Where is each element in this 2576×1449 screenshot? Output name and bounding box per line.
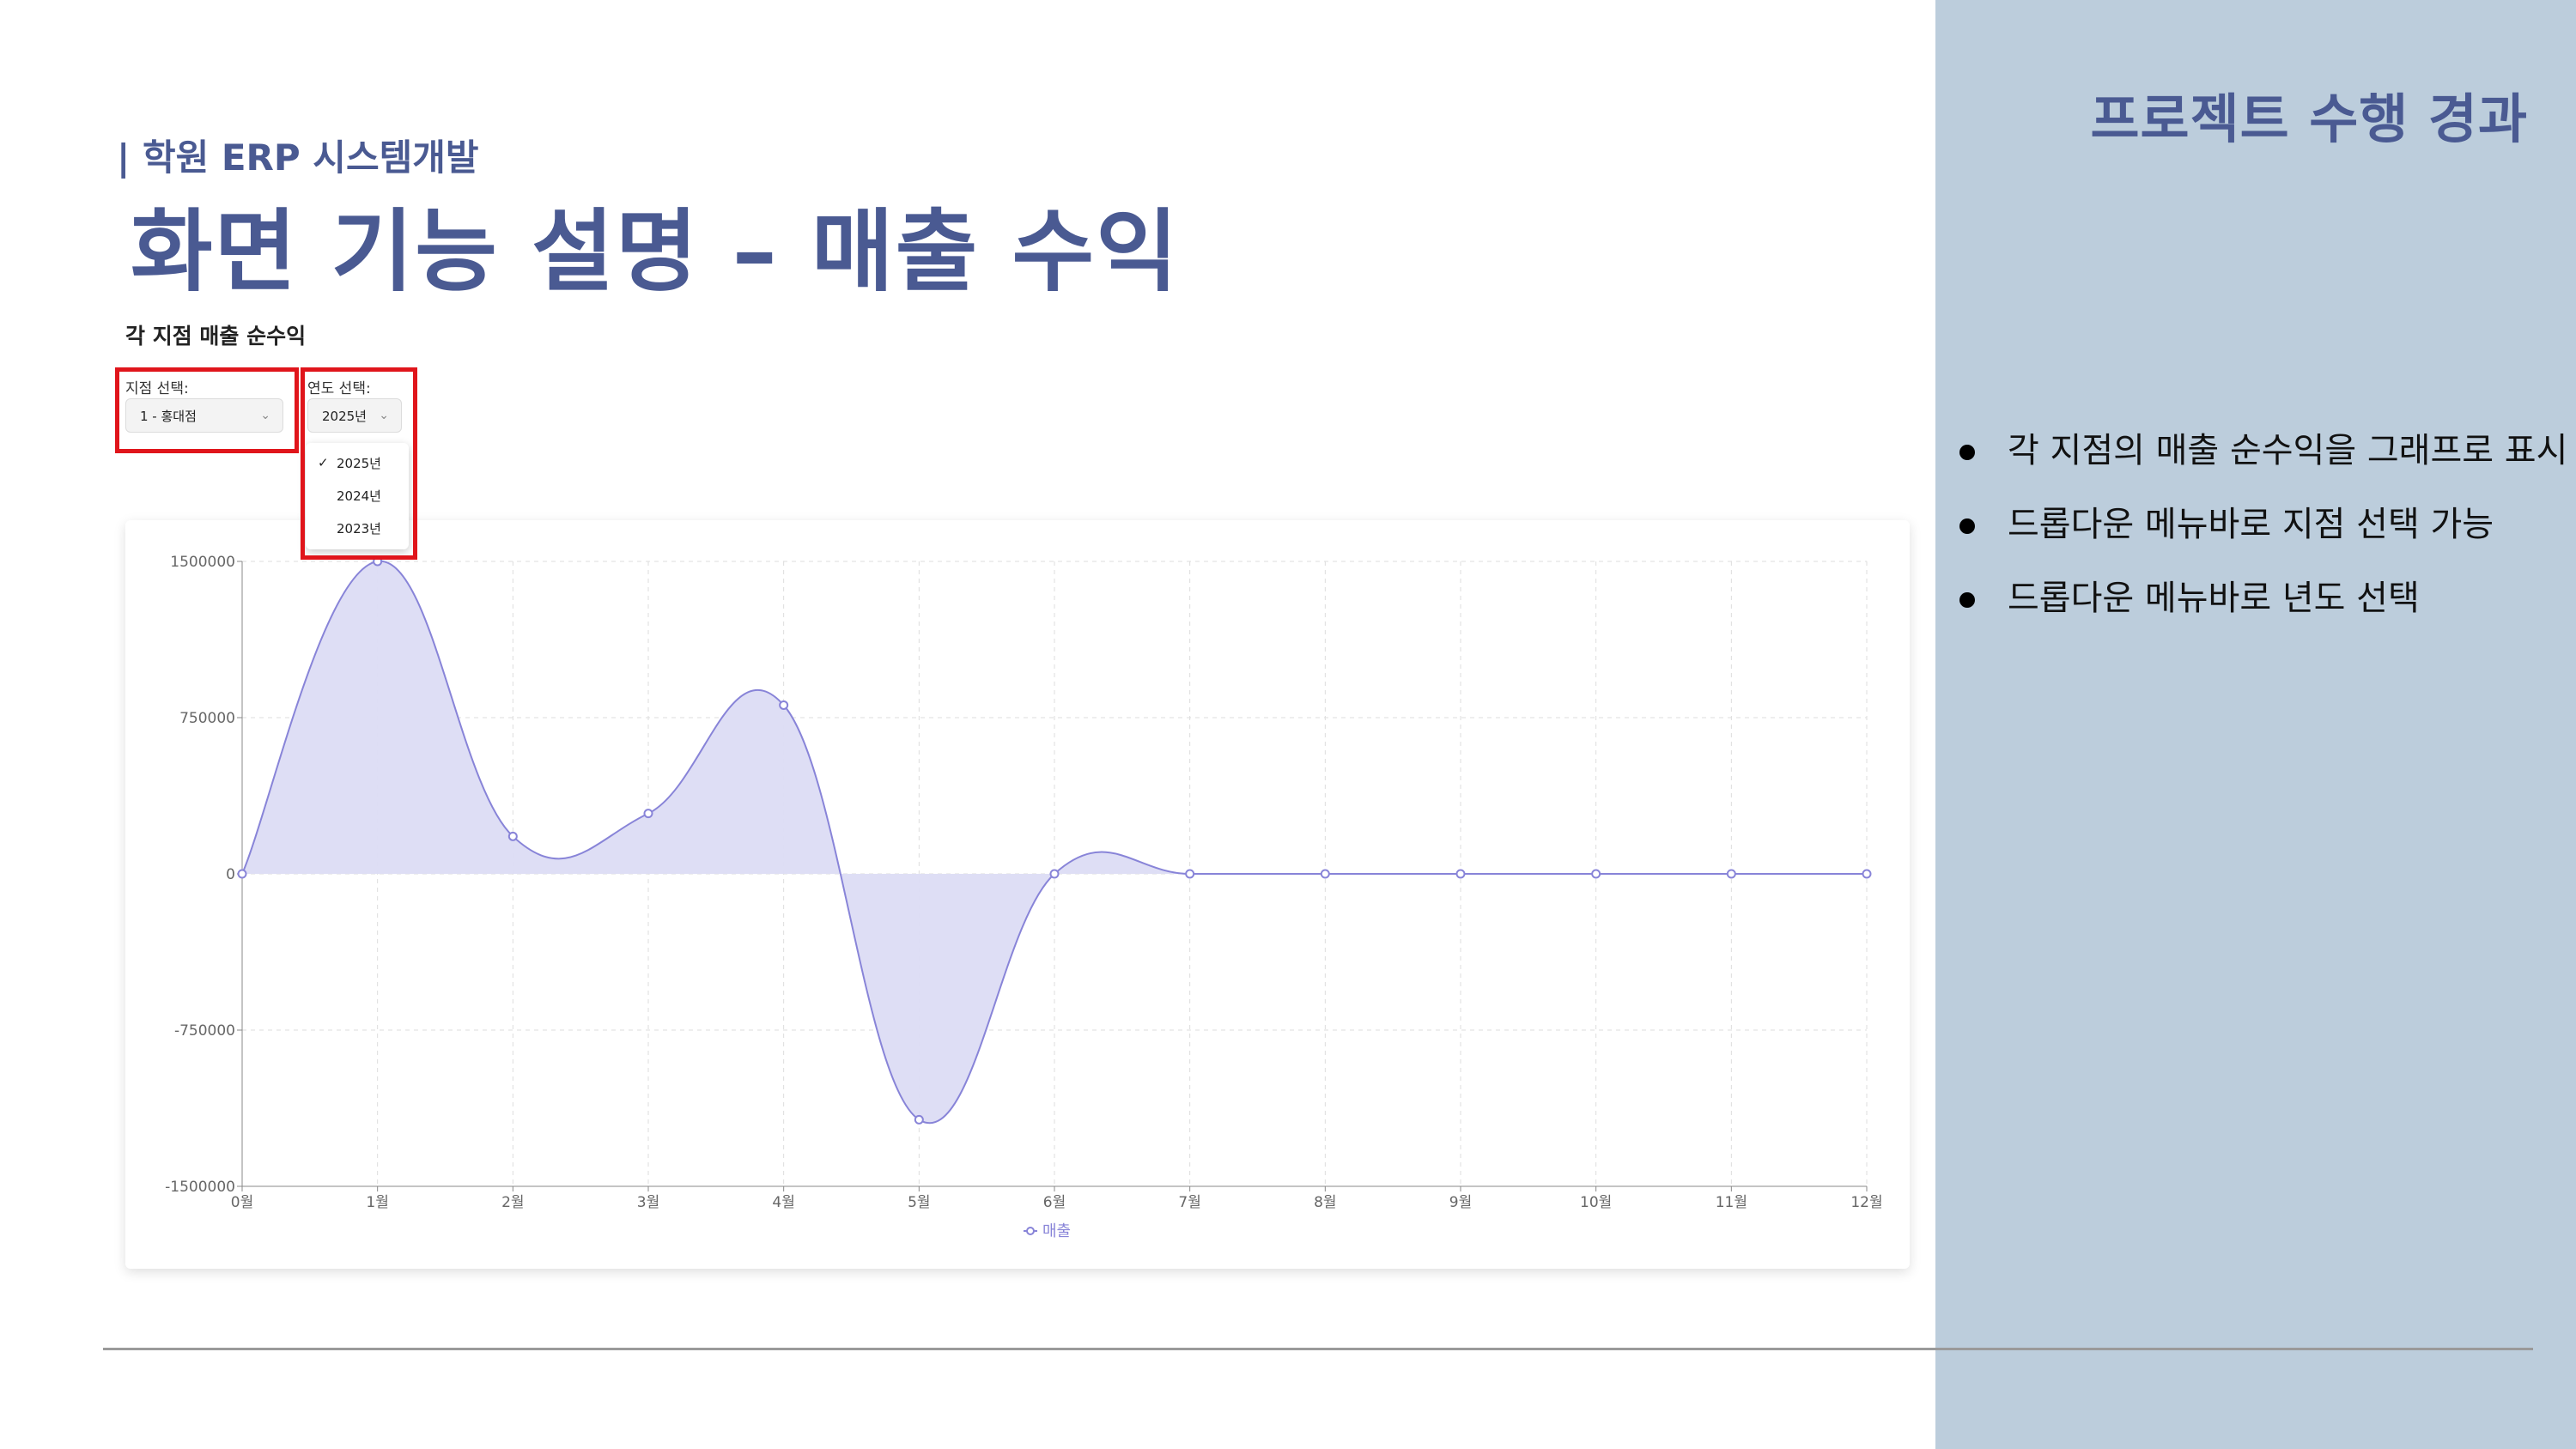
bullet-text: 각 지점의 매출 순수익을 그래프로 표시 (2008, 431, 2568, 470)
data-point (1862, 869, 1872, 879)
highlight-box-year (301, 367, 417, 560)
x-tick-label: 4월 (772, 1194, 794, 1211)
legend-label: 매출 (1042, 1222, 1071, 1240)
data-point (1455, 869, 1466, 879)
right-panel (1935, 0, 2576, 1449)
bullet-list: 각 지점의 매출 순수익을 그래프로 표시 드롭다운 메뉴바로 지점 선택 가능… (1959, 429, 2567, 651)
x-tick-label: 11월 (1716, 1194, 1747, 1211)
data-point (1320, 869, 1330, 879)
highlight-box-branch (115, 367, 299, 453)
chart-heading: 각 지점 매출 순수익 (125, 324, 307, 349)
y-tick-label: -1500000 (165, 1179, 235, 1196)
data-point (779, 700, 789, 710)
slide-title: 화면 기능 설명 – 매출 수익 (131, 199, 1180, 304)
data-point (914, 1114, 924, 1125)
bullet-text: 드롭다운 메뉴바로 지점 선택 가능 (2008, 505, 2494, 544)
y-tick-label: 0 (226, 866, 235, 883)
x-tick-label: 6월 (1043, 1194, 1066, 1211)
data-point (1591, 869, 1601, 879)
x-tick-label: 8월 (1314, 1194, 1336, 1211)
bullet-item: 드롭다운 메뉴바로 지점 선택 가능 (1959, 503, 2567, 546)
series-area-fill (242, 561, 1867, 1124)
bullet-item: 각 지점의 매출 순수익을 그래프로 표시 (1959, 429, 2567, 472)
x-tick-label: 10월 (1580, 1194, 1612, 1211)
divider-line (103, 1348, 2533, 1350)
x-tick-label: 7월 (1178, 1194, 1200, 1211)
data-point (643, 809, 653, 819)
data-point (1049, 869, 1060, 879)
data-point (507, 831, 518, 841)
x-tick-label: 9월 (1449, 1194, 1472, 1211)
x-tick-label: 0월 (231, 1194, 253, 1211)
bullet-dot-icon (1959, 445, 1975, 460)
bullet-dot-icon (1959, 518, 1975, 534)
section-title: 프로젝트 수행 경과 (2090, 88, 2528, 150)
y-tick-label: 750000 (179, 710, 235, 727)
bullet-text: 드롭다운 메뉴바로 년도 선택 (2008, 579, 2420, 618)
legend-marker-icon (1026, 1227, 1035, 1235)
data-point (237, 869, 247, 879)
slide-subtitle: | 학원 ERP 시스템개발 (117, 136, 479, 179)
chart-card: 1500000 750000 0 -750000 -1500000 0월 1월 2월 3월 4월 5… (125, 520, 1910, 1269)
y-tick-label: -750000 (174, 1022, 235, 1040)
data-point (1185, 869, 1195, 879)
x-tick-label: 2월 (501, 1194, 524, 1211)
y-tick-label: 1500000 (170, 554, 235, 571)
x-tick-label: 5월 (908, 1194, 930, 1211)
bullet-dot-icon (1959, 592, 1975, 608)
data-point (1726, 869, 1736, 879)
x-tick-label: 1월 (366, 1194, 388, 1211)
x-tick-label: 3월 (637, 1194, 659, 1211)
revenue-chart: 1500000 750000 0 -750000 -15000000월 1월 2월 3월 4월 5… (165, 554, 1883, 1240)
bullet-item: 드롭다운 메뉴바로 년도 선택 (1959, 577, 2567, 620)
x-tick-label: 12월 (1850, 1194, 1882, 1211)
